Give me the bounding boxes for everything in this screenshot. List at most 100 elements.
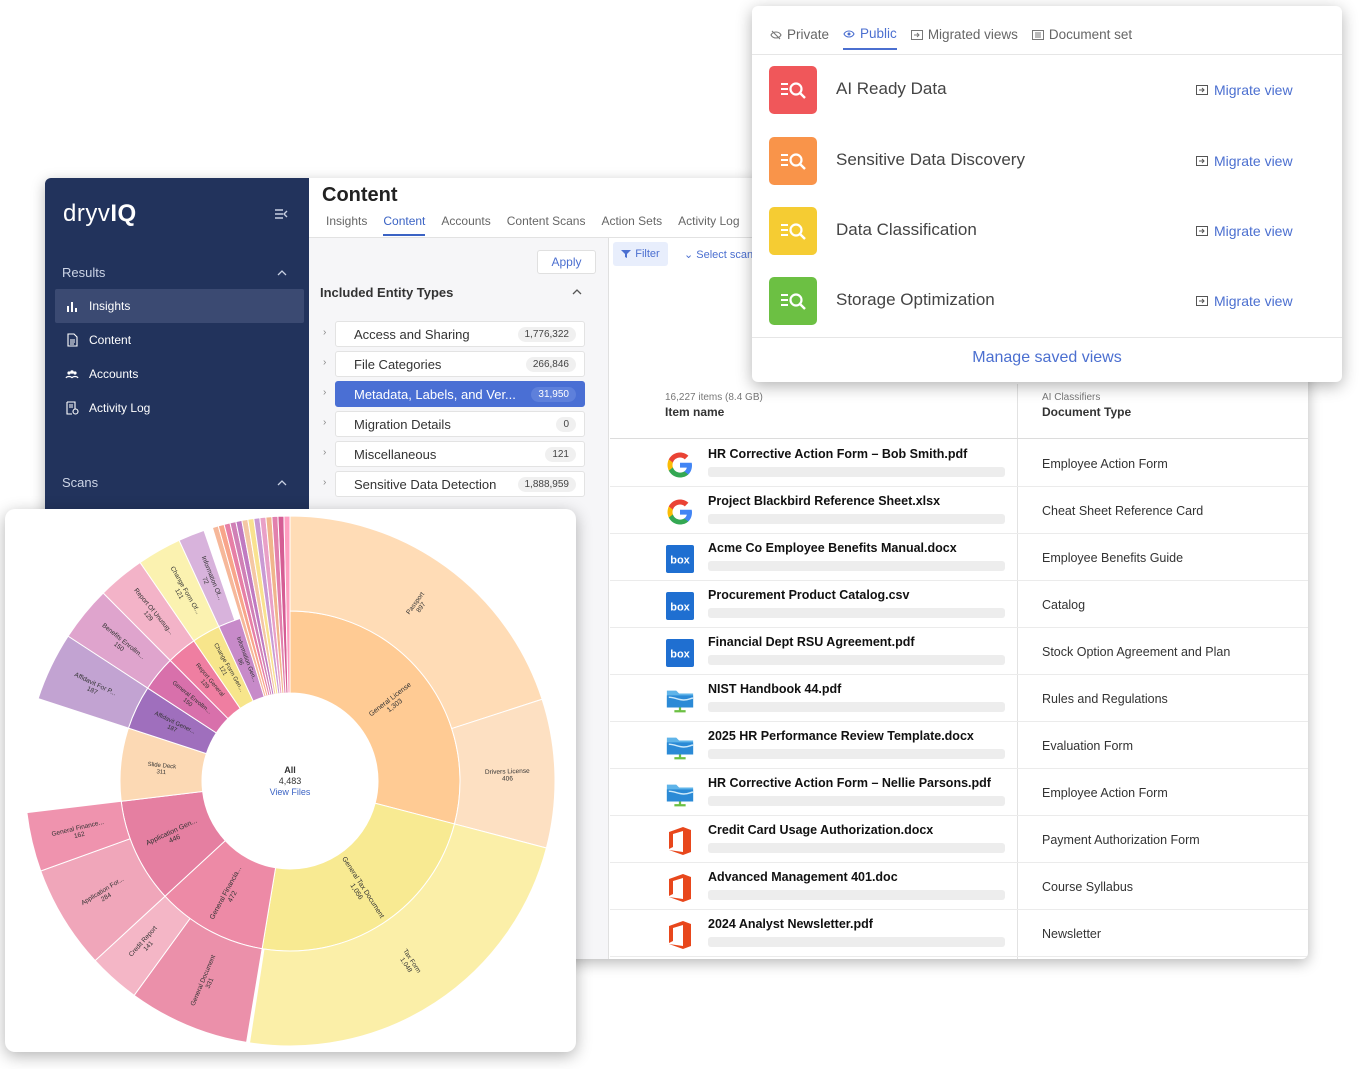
chevron-up-icon[interactable] <box>572 288 582 296</box>
tab-migrated-views[interactable]: Migrated views <box>910 26 1018 50</box>
entity-type-row[interactable]: Migration Details 0 <box>335 411 585 437</box>
scans-section-label[interactable]: Scans <box>62 475 98 490</box>
item-name-column-label: Item name <box>665 405 725 419</box>
tab-content-scans[interactable]: Content Scans <box>507 214 586 236</box>
migrate-icon <box>1196 226 1208 236</box>
migrate-view-link[interactable]: Migrate view <box>1196 293 1293 309</box>
file-name[interactable]: Project Blackbird Reference Sheet.xlsx <box>708 494 940 508</box>
migrate-view-link[interactable]: Migrate view <box>1196 153 1293 169</box>
file-name[interactable]: Credit Card Usage Authorization.docx <box>708 823 933 837</box>
collapse-sidebar-icon[interactable] <box>274 208 288 220</box>
chevron-up-icon[interactable] <box>277 478 287 488</box>
tab-accounts[interactable]: Accounts <box>441 214 490 236</box>
file-name[interactable]: Financial Dept RSU Agreement.pdf <box>708 635 915 649</box>
sidebar-item-insights[interactable]: Insights <box>55 289 304 323</box>
tab-public[interactable]: Public <box>843 26 897 50</box>
apply-button[interactable]: Apply <box>537 250 596 274</box>
file-name[interactable]: 2024 Analyst Newsletter.pdf <box>708 917 873 931</box>
migrate-icon <box>910 29 923 40</box>
entity-type-row[interactable]: Miscellaneous 121 <box>335 441 585 467</box>
entity-type-count: 266,846 <box>525 356 576 372</box>
file-name[interactable]: HR Corrective Action Form – Bob Smith.pd… <box>708 447 967 461</box>
sidebar-item-activity-log[interactable]: Activity Log <box>55 391 304 425</box>
migrate-view-link[interactable]: Migrate view <box>1196 82 1293 98</box>
document-type-header[interactable]: AI Classifiers Document Type <box>1042 392 1131 419</box>
chevron-up-icon[interactable] <box>277 268 287 278</box>
saved-views-popup: Private Public Migrated views Document s… <box>752 6 1342 382</box>
saved-view-name[interactable]: Sensitive Data Discovery <box>836 150 1025 170</box>
expand-chevron-icon[interactable]: › <box>323 387 326 398</box>
divider <box>752 337 1342 338</box>
view-search-icon <box>769 66 817 114</box>
table-row[interactable]: box Acme Co Employee Benefits Manual.docx… <box>610 534 1308 581</box>
table-row[interactable]: box Procurement Product Catalog.csv Catalo… <box>610 581 1308 628</box>
saved-view-row[interactable]: Storage Optimization Migrate view <box>769 277 1342 325</box>
document-type-column-label: Document Type <box>1042 405 1132 419</box>
tab-private[interactable]: Private <box>770 26 829 50</box>
box-icon-wrapper: box <box>665 591 695 621</box>
table-row[interactable]: Credit Card Usage Authorization.docx Paym… <box>610 816 1308 863</box>
table-row[interactable]: NIST Handbook 44.pdf Rules and Regulation… <box>610 675 1308 722</box>
tab-insights[interactable]: Insights <box>326 214 367 236</box>
file-path-placeholder <box>708 608 1005 618</box>
table-row[interactable]: 2024 Analyst Newsletter.pdf Newsletter <box>610 910 1308 957</box>
table-row[interactable]: 2025 HR Performance Review Template.docx… <box>610 722 1308 769</box>
divider <box>610 438 1308 439</box>
ai-classifiers-label: AI Classifiers <box>1042 392 1101 403</box>
file-name[interactable]: Procurement Product Catalog.csv <box>708 588 909 602</box>
saved-view-name[interactable]: Storage Optimization <box>836 290 995 310</box>
sunburst-center-count: 4,483 <box>279 776 302 786</box>
sunburst-card: General License1,303 General Tax Document… <box>5 509 576 1052</box>
item-name-header[interactable]: 16,227 items (8.4 GB) Item name <box>665 392 763 419</box>
entity-type-row[interactable]: File Categories 266,846 <box>335 351 585 377</box>
tab-label: Public <box>860 26 897 41</box>
file-name[interactable]: NIST Handbook 44.pdf <box>708 682 841 696</box>
view-files-link[interactable]: View Files <box>270 787 311 797</box>
expand-chevron-icon[interactable]: › <box>323 447 326 458</box>
file-name[interactable]: Advanced Management 401.doc <box>708 870 898 884</box>
results-section-label[interactable]: Results <box>62 265 105 280</box>
entity-type-row[interactable]: Sensitive Data Detection 1,888,959 <box>335 471 585 497</box>
table-row[interactable]: box Financial Dept RSU Agreement.pdf Stock… <box>610 628 1308 675</box>
tab-document-set[interactable]: Document set <box>1031 26 1132 50</box>
office-icon-wrapper <box>665 920 695 950</box>
entity-type-row[interactable]: Metadata, Labels, and Ver... 31,950 <box>335 381 585 407</box>
filter-label: Filter <box>635 248 660 260</box>
entity-types-title: Included Entity Types <box>320 285 454 300</box>
expand-chevron-icon[interactable]: › <box>323 417 326 428</box>
saved-view-row[interactable]: Sensitive Data Discovery Migrate view <box>769 137 1342 185</box>
expand-chevron-icon[interactable]: › <box>323 357 326 368</box>
tab-activity-log[interactable]: Activity Log <box>678 214 739 236</box>
network-folder-icon <box>666 690 694 713</box>
saved-view-name[interactable]: Data Classification <box>836 220 977 240</box>
tab-content[interactable]: Content <box>383 214 426 236</box>
select-scan-dropdown[interactable]: ⌄ Select scan <box>684 248 753 261</box>
entity-type-row[interactable]: Access and Sharing 1,776,322 <box>335 321 585 347</box>
table-row[interactable]: Project Blackbird Reference Sheet.xlsx Ch… <box>610 487 1308 534</box>
sidebar-item-label: Insights <box>89 299 131 313</box>
file-path-placeholder <box>708 467 1005 477</box>
sidebar-item-accounts[interactable]: Accounts <box>55 357 304 391</box>
migrate-view-label: Migrate view <box>1214 293 1293 309</box>
expand-chevron-icon[interactable]: › <box>323 327 326 338</box>
office-icon-wrapper <box>665 826 695 856</box>
document-set-icon <box>1031 29 1044 40</box>
tab-action-sets[interactable]: Action Sets <box>601 214 662 236</box>
file-name[interactable]: 2025 HR Performance Review Template.docx <box>708 729 974 743</box>
entity-type-count: 1,888,959 <box>517 476 576 492</box>
network-folder-icon <box>666 737 694 760</box>
document-type-value: Payment Authorization Form <box>1042 833 1200 847</box>
expand-chevron-icon[interactable]: › <box>323 477 326 488</box>
filter-button[interactable]: Filter <box>613 242 668 266</box>
saved-view-row[interactable]: Data Classification Migrate view <box>769 207 1342 255</box>
migrate-view-link[interactable]: Migrate view <box>1196 223 1293 239</box>
sidebar-item-content[interactable]: Content <box>55 323 304 357</box>
file-name[interactable]: HR Corrective Action Form – Nellie Parso… <box>708 776 991 790</box>
saved-view-row[interactable]: AI Ready Data Migrate view <box>769 66 1342 114</box>
manage-saved-views-link[interactable]: Manage saved views <box>752 349 1342 367</box>
table-row[interactable]: Advanced Management 401.doc Course Syllab… <box>610 863 1308 910</box>
table-row[interactable]: HR Corrective Action Form – Bob Smith.pd… <box>610 440 1308 487</box>
saved-view-name[interactable]: AI Ready Data <box>836 79 947 99</box>
table-row[interactable]: HR Corrective Action Form – Nellie Parso… <box>610 769 1308 816</box>
file-name[interactable]: Acme Co Employee Benefits Manual.docx <box>708 541 957 555</box>
